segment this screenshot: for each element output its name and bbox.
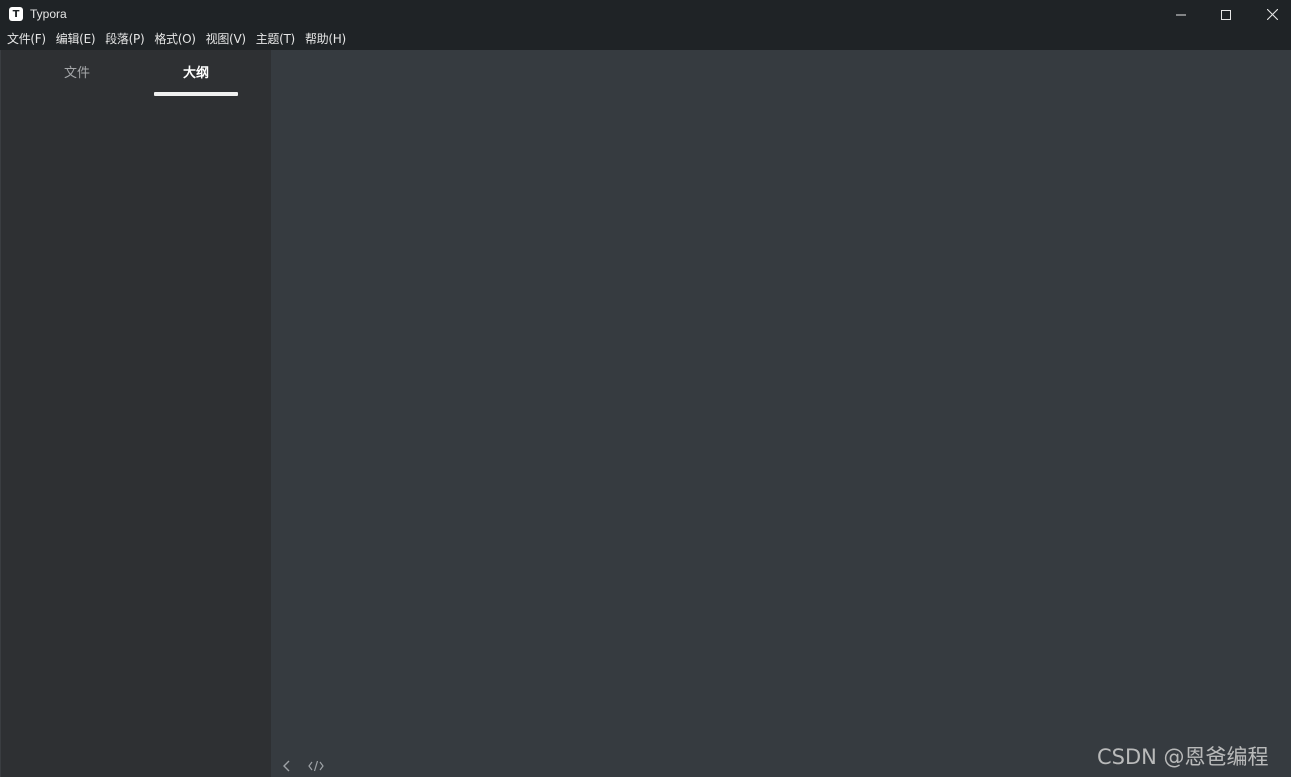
title-bar: T Typora	[0, 0, 1291, 29]
menu-view[interactable]: 视图(V)	[201, 29, 251, 50]
close-icon	[1266, 9, 1278, 20]
menu-format[interactable]: 格式(O)	[149, 29, 200, 50]
maximize-button[interactable]	[1203, 0, 1249, 29]
typora-logo-icon: T	[9, 7, 23, 21]
menu-bar: 文件(F) 编辑(E) 段落(P) 格式(O) 视图(V) 主题(T) 帮助(H…	[0, 29, 1291, 50]
window-title: Typora	[30, 7, 67, 21]
menu-paragraph[interactable]: 段落(P)	[100, 29, 149, 50]
menu-edit[interactable]: 编辑(E)	[51, 29, 100, 50]
menu-theme[interactable]: 主题(T)	[251, 29, 300, 50]
tab-files[interactable]: 文件	[21, 62, 133, 96]
chevron-left-icon	[283, 760, 290, 772]
tab-outline[interactable]: 大纲	[154, 62, 238, 96]
menu-help[interactable]: 帮助(H)	[300, 29, 351, 50]
source-code-mode-button[interactable]	[306, 758, 326, 774]
watermark: CSDN @恩爸编程	[1097, 745, 1269, 769]
active-tab-indicator	[154, 92, 238, 96]
minimize-icon	[1176, 14, 1186, 15]
close-button[interactable]	[1249, 0, 1291, 29]
minimize-button[interactable]	[1158, 0, 1204, 29]
editor-area[interactable]	[271, 50, 1291, 777]
source-code-icon	[308, 760, 324, 772]
toggle-sidebar-button[interactable]	[277, 758, 297, 774]
maximize-icon	[1221, 9, 1231, 20]
sidebar: 文件 大纲	[0, 50, 271, 777]
menu-file[interactable]: 文件(F)	[2, 29, 51, 50]
